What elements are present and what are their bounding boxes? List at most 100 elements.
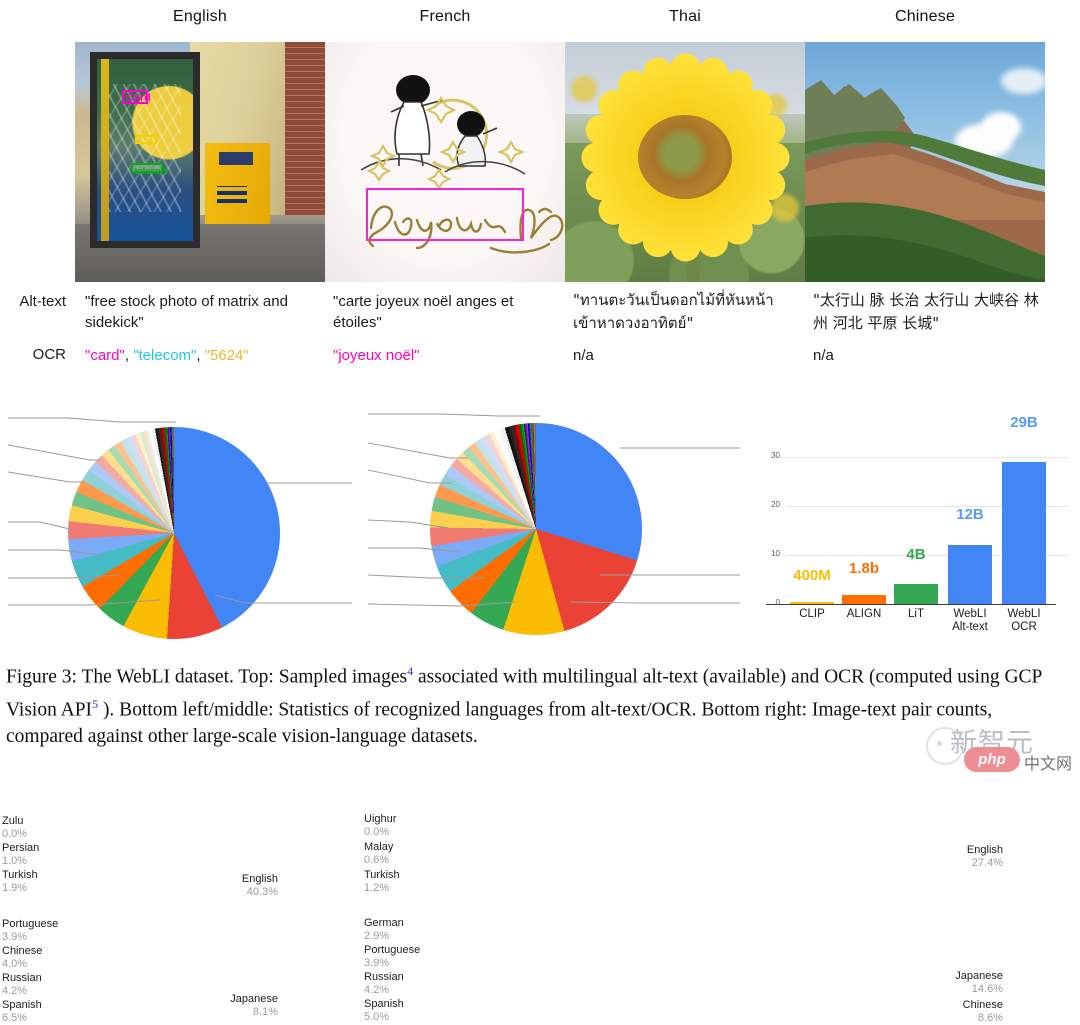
ocr-box-card-label: Card bbox=[125, 91, 152, 104]
pie-alt-text-slices bbox=[68, 427, 280, 639]
bar-align bbox=[842, 595, 886, 604]
pie2-pct-english: 27.4% bbox=[971, 857, 1003, 869]
ytick-30: 30 bbox=[771, 451, 780, 460]
pie2-pct-spanish: 5.0% bbox=[364, 1011, 390, 1023]
ocr-english: "card", "telecom", "5624" bbox=[85, 345, 335, 366]
sample-image-french bbox=[325, 42, 565, 282]
pie2-label-german: German 2.9% bbox=[364, 917, 448, 943]
column-header-english: English bbox=[173, 8, 227, 25]
pie1-label-spanish: Spanish 6.5% bbox=[2, 999, 86, 1025]
bar-lit bbox=[894, 584, 938, 604]
pie1-pct-turkish: 1.9% bbox=[2, 882, 28, 894]
ocr-sep-1: , bbox=[124, 347, 134, 364]
pie2-label-portuguese: Portuguese 3.9% bbox=[364, 944, 448, 970]
pie2-pct-japanese: 14.6% bbox=[971, 983, 1003, 995]
pie2-label-russian: Russian 4.2% bbox=[364, 971, 448, 997]
ocr-thai: n/a bbox=[573, 347, 594, 364]
ytick-20: 20 bbox=[771, 500, 780, 509]
ytick-10: 10 bbox=[771, 549, 780, 558]
pie1-pct-chinese: 4.0% bbox=[2, 958, 28, 970]
pie-chart-alt-text: English 40.3% Japanese 8.1% Zulu 0.0% Pe… bbox=[0, 405, 352, 1024]
caption-part3: ). Bottom left/middle: Statistics of rec… bbox=[6, 699, 993, 747]
bar-value-webli-alt-text: 12B bbox=[956, 506, 984, 523]
pie1-pct-japanese: 8.1% bbox=[252, 1006, 278, 1018]
alt-text-english: "free stock photo of matrix and sidekick… bbox=[85, 293, 288, 331]
ocr-box-telecom-label: telecom bbox=[134, 165, 169, 176]
pie1-label-portuguese: Portuguese 3.9% bbox=[2, 918, 86, 944]
caption-part1: Figure 3: The WebLI dataset. Top: Sample… bbox=[6, 666, 408, 688]
pie-chart-ocr: English 27.4% Japanese 14.6% Chinese 8.6… bbox=[355, 405, 1003, 1024]
pie2-label-malay: Malay 0.6% bbox=[364, 841, 448, 867]
pie1-label-english: English 40.3% bbox=[188, 873, 278, 899]
x-axis bbox=[766, 604, 1056, 606]
pie2-pct-german: 2.9% bbox=[364, 930, 390, 942]
pie-ocr-slices bbox=[430, 423, 642, 635]
pie1-pct-portuguese: 3.9% bbox=[2, 931, 28, 943]
pie2-pct-turkish: 1.2% bbox=[364, 882, 390, 894]
ocr-token-5624: "5624" bbox=[204, 347, 249, 364]
figure-caption: Figure 3: The WebLI dataset. Top: Sample… bbox=[6, 658, 1072, 750]
bar-category-webli-ocr-line1: WebLI bbox=[1007, 608, 1041, 620]
bar-value-align: 1.8b bbox=[848, 560, 879, 577]
watermark: 新智元 php 中文网 bbox=[926, 719, 1072, 781]
row-label-ocr: OCR bbox=[32, 346, 66, 363]
pie1-pct-zulu: 0.0% bbox=[2, 828, 28, 840]
alt-text-french: "carte joyeux noël anges et étoiles" bbox=[333, 293, 514, 331]
ocr-box-telecom: telecom bbox=[130, 162, 169, 176]
bar-category-clip: CLIP bbox=[799, 608, 825, 620]
bar-value-webli-ocr: 29B bbox=[1010, 414, 1038, 431]
bar-category-webli-ocr-line2: OCR bbox=[1011, 621, 1037, 633]
pie2-pct-portuguese: 3.9% bbox=[364, 957, 390, 969]
row-label-alt-text: Alt-text bbox=[19, 293, 66, 310]
column-header-chinese: Chinese bbox=[894, 8, 956, 25]
figure-page: English French Thai Chinese Card telecom bbox=[0, 0, 1080, 1024]
bar-value-lit: 4B bbox=[906, 546, 926, 563]
ocr-chinese: n/a bbox=[813, 347, 834, 364]
ocr-token-card: "card" bbox=[85, 347, 125, 364]
bar-category-webli-alt-text: WebLI Alt-text bbox=[940, 608, 1000, 634]
pie2-label-uighur: Uighur 0.0% bbox=[364, 813, 448, 839]
watermark-site: 中文网 bbox=[1024, 754, 1073, 773]
bar-webli-alt-text bbox=[948, 545, 992, 604]
pie1-label-chinese: Chinese 4.0% bbox=[2, 945, 86, 971]
pie2-pct-chinese: 8.6% bbox=[977, 1012, 1003, 1024]
column-header-thai: Thai bbox=[669, 8, 701, 25]
bar-category-lit: LiT bbox=[908, 608, 924, 620]
bar-webli-ocr bbox=[1002, 462, 1046, 604]
pie2-pct-malay: 0.6% bbox=[364, 854, 390, 866]
pie2-label-turkish: Turkish 1.2% bbox=[364, 869, 448, 895]
sample-image-english: Card telecom bbox=[75, 42, 325, 282]
ocr-french: "joyeux noël" bbox=[333, 345, 563, 366]
alt-text-chinese: "太行山 脉 长治 太行山 大峡谷 林州 河北 平原 长城" bbox=[813, 291, 1039, 332]
ocr-box-5624 bbox=[135, 135, 157, 145]
angels-drawing-icon bbox=[360, 75, 564, 254]
gridline-30 bbox=[786, 457, 1068, 458]
pie1-pct-spanish: 6.5% bbox=[2, 1012, 28, 1024]
pie2-label-chinese: Chinese 8.6% bbox=[913, 999, 1003, 1025]
pie1-pct-russian: 4.2% bbox=[2, 985, 28, 997]
pie1-label-zulu: Zulu 0.0% bbox=[2, 815, 86, 841]
pie2-pct-uighur: 0.0% bbox=[364, 826, 390, 838]
pie2-label-spanish: Spanish 5.0% bbox=[364, 998, 448, 1024]
bar-clip bbox=[790, 602, 834, 604]
watermark-php-badge: php bbox=[964, 747, 1020, 772]
pie1-label-turkish: Turkish 1.9% bbox=[2, 869, 86, 895]
ocr-token-joyeux-noel: "joyeux noël" bbox=[333, 347, 420, 364]
bar-chart-pair-counts: 30 20 10 0 400M 1.8b 4B 12B 29B CLIP ALI… bbox=[752, 405, 1080, 645]
pie2-label-english: English 27.4% bbox=[913, 844, 1003, 870]
bar-category-align: ALIGN bbox=[846, 608, 882, 620]
column-header-french: French bbox=[419, 8, 471, 25]
mountain-silhouette bbox=[805, 80, 1045, 282]
pie1-label-persian: Persian 1.0% bbox=[2, 842, 86, 868]
bar-category-webli-alt-text-line2: Alt-text bbox=[952, 621, 988, 633]
ocr-sep-2: , bbox=[196, 347, 205, 364]
ytick-0: 0 bbox=[775, 598, 780, 607]
pie1-pct-english: 40.3% bbox=[246, 886, 278, 898]
ocr-token-telecom: "telecom" bbox=[133, 347, 197, 364]
ocr-box-card: Card bbox=[121, 89, 152, 105]
bar-category-webli-ocr: WebLI OCR bbox=[994, 608, 1054, 634]
pie1-label-japanese: Japanese 8.1% bbox=[188, 993, 278, 1019]
pie1-pct-persian: 1.0% bbox=[2, 855, 28, 867]
sample-image-chinese bbox=[805, 42, 1045, 282]
bar-category-webli-alt-text-line1: WebLI bbox=[953, 608, 987, 620]
